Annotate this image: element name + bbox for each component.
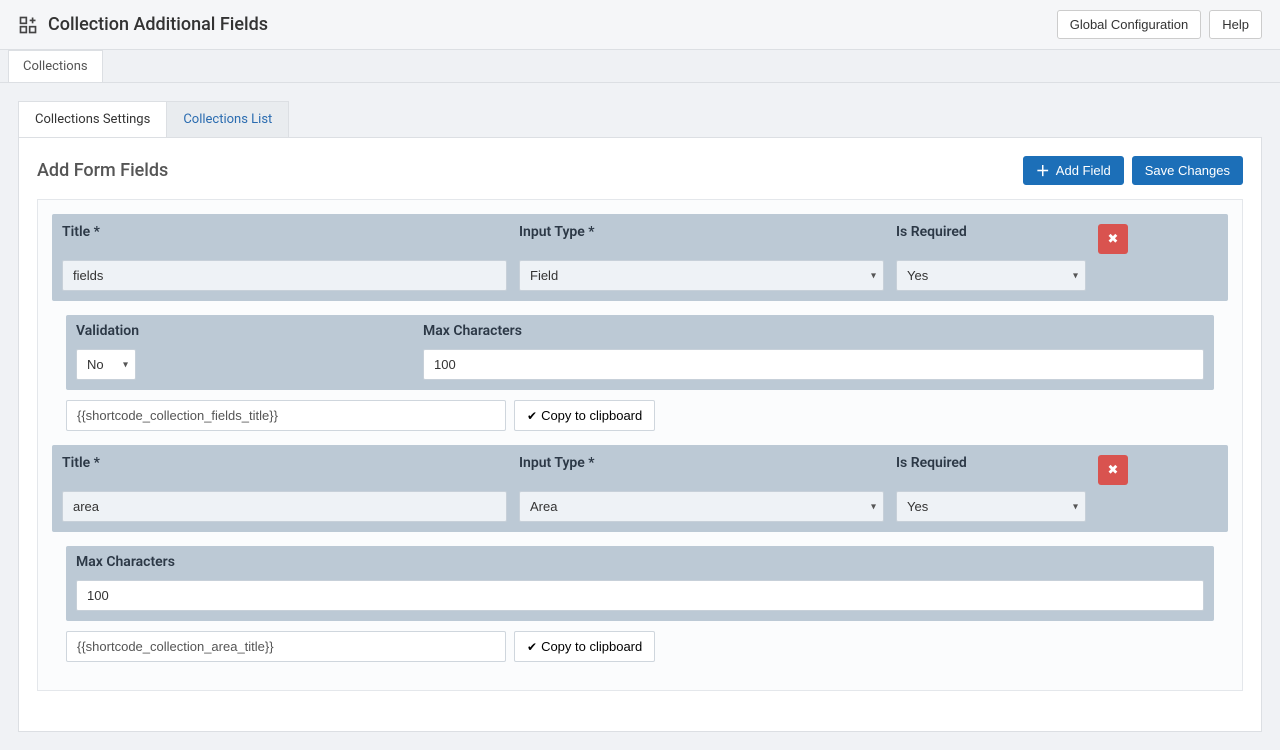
check-icon: ✔ (527, 409, 537, 423)
copy-label: Copy to clipboard (541, 639, 642, 654)
shortcode-row: ✔ Copy to clipboard (66, 631, 1214, 662)
max-characters-input[interactable] (76, 580, 1204, 611)
settings-panel: Add Form Fields ＋ Add Field Save Changes… (18, 137, 1262, 732)
field-block: Title * Input Type * Is Required ✖ Field… (52, 214, 1228, 301)
global-configuration-button[interactable]: Global Configuration (1057, 10, 1202, 39)
delete-field-button[interactable]: ✖ (1098, 455, 1128, 485)
shortcode-input[interactable] (66, 631, 506, 662)
panel-header: Add Form Fields ＋ Add Field Save Changes (37, 156, 1243, 185)
form-fields-area: Title * Input Type * Is Required ✖ Field… (37, 199, 1243, 691)
copy-to-clipboard-button[interactable]: ✔ Copy to clipboard (514, 631, 655, 662)
field-sub-block: Max Characters (66, 546, 1214, 621)
panel-actions: ＋ Add Field Save Changes (1023, 156, 1243, 185)
label-title: Title * (62, 224, 507, 240)
label-is-required: Is Required (896, 224, 1086, 240)
page-title: Collection Additional Fields (48, 14, 268, 35)
panel-title: Add Form Fields (37, 160, 168, 181)
plus-icon: ＋ (1036, 164, 1050, 178)
label-max-characters: Max Characters (423, 323, 1204, 339)
sub-tabs: Collections Settings Collections List (18, 101, 1262, 137)
close-icon: ✖ (1108, 231, 1119, 247)
tab-collections-settings[interactable]: Collections Settings (18, 101, 167, 137)
tab-collections[interactable]: Collections (8, 50, 103, 82)
save-changes-button[interactable]: Save Changes (1132, 156, 1243, 185)
delete-field-button[interactable]: ✖ (1098, 224, 1128, 254)
header-right: Global Configuration Help (1057, 10, 1262, 39)
page-header: Collection Additional Fields Global Conf… (0, 0, 1280, 50)
validation-select[interactable]: No (76, 349, 136, 380)
copy-to-clipboard-button[interactable]: ✔ Copy to clipboard (514, 400, 655, 431)
label-input-type: Input Type * (519, 455, 884, 471)
shortcode-row: ✔ Copy to clipboard (66, 400, 1214, 431)
field-block: Title * Input Type * Is Required ✖ Area … (52, 445, 1228, 532)
primary-tabs: Collections (0, 50, 1280, 83)
grid-plus-icon (18, 15, 38, 35)
is-required-select[interactable]: Yes (896, 260, 1086, 291)
help-button[interactable]: Help (1209, 10, 1262, 39)
header-left: Collection Additional Fields (18, 14, 268, 35)
label-input-type: Input Type * (519, 224, 884, 240)
input-type-select[interactable]: Area (519, 491, 884, 522)
shortcode-input[interactable] (66, 400, 506, 431)
label-title: Title * (62, 455, 507, 471)
add-field-button[interactable]: ＋ Add Field (1023, 156, 1124, 185)
copy-label: Copy to clipboard (541, 408, 642, 423)
is-required-select[interactable]: Yes (896, 491, 1086, 522)
close-icon: ✖ (1108, 462, 1119, 478)
add-field-label: Add Field (1056, 163, 1111, 178)
title-input[interactable] (62, 260, 507, 291)
content: Collections Settings Collections List Ad… (0, 83, 1280, 750)
input-type-select[interactable]: Field (519, 260, 884, 291)
title-input[interactable] (62, 491, 507, 522)
field-sub-block: Validation Max Characters No (66, 315, 1214, 390)
tab-collections-list[interactable]: Collections List (167, 101, 289, 137)
max-characters-input[interactable] (423, 349, 1204, 380)
label-max-characters: Max Characters (76, 554, 1204, 570)
label-is-required: Is Required (896, 455, 1086, 471)
check-icon: ✔ (527, 640, 537, 654)
label-validation: Validation (76, 323, 411, 339)
